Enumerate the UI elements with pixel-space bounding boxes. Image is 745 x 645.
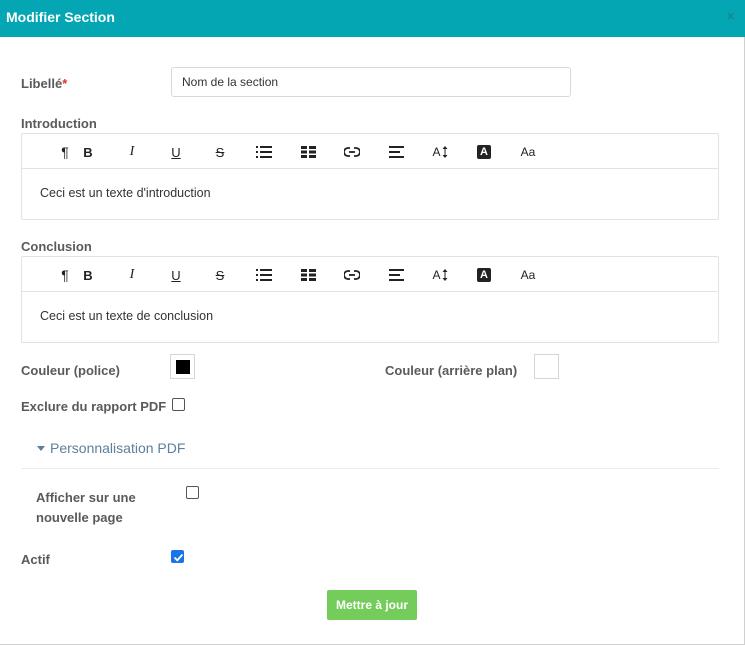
bold-glyph: B (83, 144, 93, 160)
font-family-glyph: Aa (520, 145, 536, 159)
modal-header: Modifier Section × (0, 0, 745, 37)
update-button[interactable]: Mettre à jour (327, 590, 417, 620)
conclusion-editor: ¶ B I U S A A Aa Ceci est un texte de co… (21, 256, 719, 343)
strikethrough-glyph: S (215, 144, 225, 160)
underline-icon[interactable]: U (164, 265, 188, 285)
bold-icon[interactable]: B (76, 265, 100, 285)
exclude-pdf-label: Exclure du rapport PDF (21, 399, 167, 414)
align-icon[interactable] (384, 265, 408, 285)
caret-down-icon (37, 445, 45, 451)
active-label: Actif (21, 552, 50, 567)
font-size-glyph: A (432, 268, 441, 282)
strikethrough-icon[interactable]: S (208, 265, 232, 285)
paragraph-icon[interactable]: ¶ (53, 142, 77, 162)
table-icon[interactable] (296, 142, 320, 162)
conclusion-label: Conclusion (21, 239, 92, 254)
font-color-label: Couleur (police) (21, 363, 120, 378)
italic-icon[interactable]: I (120, 265, 144, 285)
underline-glyph: U (171, 144, 181, 160)
underline-glyph: U (171, 267, 181, 283)
text-color-glyph: A (477, 145, 491, 159)
libelle-label-text: Libellé (21, 76, 63, 91)
bold-icon[interactable]: B (76, 142, 100, 162)
edit-section-modal: Modifier Section × Libellé* Introduction… (0, 0, 745, 645)
font-family-icon[interactable]: Aa (516, 265, 540, 285)
paragraph-glyph: ¶ (61, 267, 69, 283)
italic-icon[interactable]: I (120, 142, 144, 162)
new-page-label-line2: nouvelle page (36, 510, 123, 525)
link-icon[interactable] (340, 142, 364, 162)
pdf-customization-toggle[interactable]: Personnalisation PDF (37, 440, 185, 456)
checkmark-icon (173, 553, 184, 562)
introduction-toolbar: ¶ B I U S A A Aa (22, 134, 718, 169)
new-page-checkbox[interactable] (186, 486, 199, 499)
active-checkbox[interactable] (171, 550, 184, 563)
conclusion-toolbar: ¶ B I U S A A Aa (22, 257, 718, 292)
required-mark: * (62, 76, 68, 91)
divider (21, 468, 719, 469)
new-page-label-line1: Afficher sur une (36, 490, 136, 505)
text-color-icon[interactable]: A (472, 142, 496, 162)
table-icon[interactable] (296, 265, 320, 285)
bold-glyph: B (83, 267, 93, 283)
bg-color-swatch (540, 360, 554, 374)
align-icon[interactable] (384, 142, 408, 162)
strikethrough-icon[interactable]: S (208, 142, 232, 162)
text-color-icon[interactable]: A (472, 265, 496, 285)
introduction-label: Introduction (21, 116, 97, 131)
italic-glyph: I (129, 144, 135, 159)
strikethrough-glyph: S (215, 267, 225, 283)
font-size-icon[interactable]: A (428, 142, 452, 162)
text-color-glyph: A (477, 268, 491, 282)
introduction-editor: ¶ B I U S A A Aa Ceci est un texte d'int… (21, 133, 719, 220)
libelle-label: Libellé* (21, 76, 67, 91)
font-size-icon[interactable]: A (428, 265, 452, 285)
exclude-pdf-checkbox[interactable] (172, 398, 185, 411)
font-size-glyph: A (432, 145, 441, 159)
pdf-customization-label: Personnalisation PDF (50, 440, 186, 456)
bullet-list-icon[interactable] (252, 265, 276, 285)
font-color-swatch (176, 360, 190, 374)
paragraph-icon[interactable]: ¶ (53, 265, 77, 285)
font-color-picker[interactable] (170, 354, 195, 379)
new-page-label: Afficher sur une nouvelle page (36, 488, 136, 528)
conclusion-content[interactable]: Ceci est un texte de conclusion (40, 309, 213, 323)
link-icon[interactable] (340, 265, 364, 285)
bullet-list-icon[interactable] (252, 142, 276, 162)
bg-color-picker[interactable] (534, 354, 559, 379)
paragraph-glyph: ¶ (61, 144, 69, 160)
close-icon[interactable]: × (726, 8, 735, 26)
bg-color-label: Couleur (arrière plan) (385, 363, 518, 378)
introduction-content[interactable]: Ceci est un texte d'introduction (40, 186, 211, 200)
italic-glyph: I (129, 267, 135, 282)
font-family-icon[interactable]: Aa (516, 142, 540, 162)
underline-icon[interactable]: U (164, 142, 188, 162)
modal-title: Modifier Section (6, 9, 115, 25)
libelle-input[interactable] (171, 67, 571, 97)
font-family-glyph: Aa (520, 268, 536, 282)
